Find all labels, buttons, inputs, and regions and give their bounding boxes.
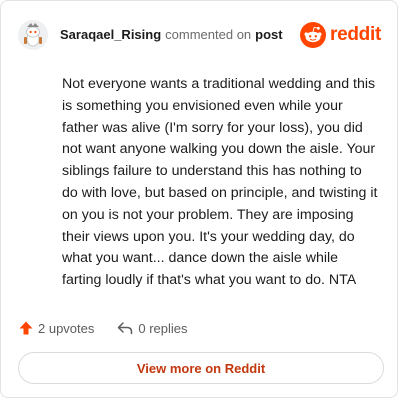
post-link[interactable]: post xyxy=(255,27,282,42)
byline: Saraqael_Rising commented on post xyxy=(60,27,300,43)
upvote-arrow-icon xyxy=(19,321,33,335)
upvotes-count: 2 upvotes xyxy=(38,320,95,336)
replies-button[interactable]: 0 replies xyxy=(116,320,188,336)
comment-header: Saraqael_Rising commented on post reddit xyxy=(18,19,381,51)
replies-count: 0 replies xyxy=(138,320,188,336)
comment-actions: 2 upvotes 0 replies xyxy=(18,317,188,339)
view-more-button[interactable]: View more on Reddit xyxy=(18,352,384,384)
reddit-wordmark: reddit xyxy=(330,24,381,45)
avatar[interactable] xyxy=(18,20,48,50)
comment-card: Saraqael_Rising commented on post reddit N… xyxy=(0,0,398,398)
author-name[interactable]: Saraqael_Rising xyxy=(60,27,161,42)
commented-on-text: commented on xyxy=(165,27,252,42)
comment-body: Not everyone wants a traditional wedding… xyxy=(62,76,378,289)
snoo-avatar-icon xyxy=(18,20,48,50)
reddit-logo-icon xyxy=(300,22,327,48)
upvote-button[interactable]: 2 upvotes xyxy=(18,320,94,336)
reddit-brand[interactable]: reddit xyxy=(300,22,381,48)
reply-arrow-icon xyxy=(118,322,133,335)
